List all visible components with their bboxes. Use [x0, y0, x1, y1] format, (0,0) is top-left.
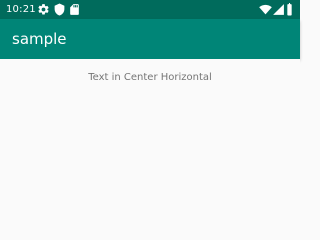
- cellular-signal-icon: [272, 3, 285, 16]
- shield-icon: [53, 3, 66, 16]
- main-content: Text in Center Horizontal: [0, 59, 300, 210]
- status-bar: 10:21: [0, 0, 300, 19]
- phone-screen: 10:21 sample Text in Center Horizontal: [0, 0, 300, 210]
- gear-icon: [37, 3, 50, 16]
- sd-card-icon: [68, 3, 81, 16]
- app-title: sample: [12, 30, 67, 48]
- status-time: 10:21: [6, 4, 36, 15]
- battery-icon: [285, 3, 294, 16]
- app-bar: sample: [0, 19, 300, 59]
- center-text-view: Text in Center Horizontal: [88, 72, 212, 83]
- wifi-icon: [259, 3, 272, 16]
